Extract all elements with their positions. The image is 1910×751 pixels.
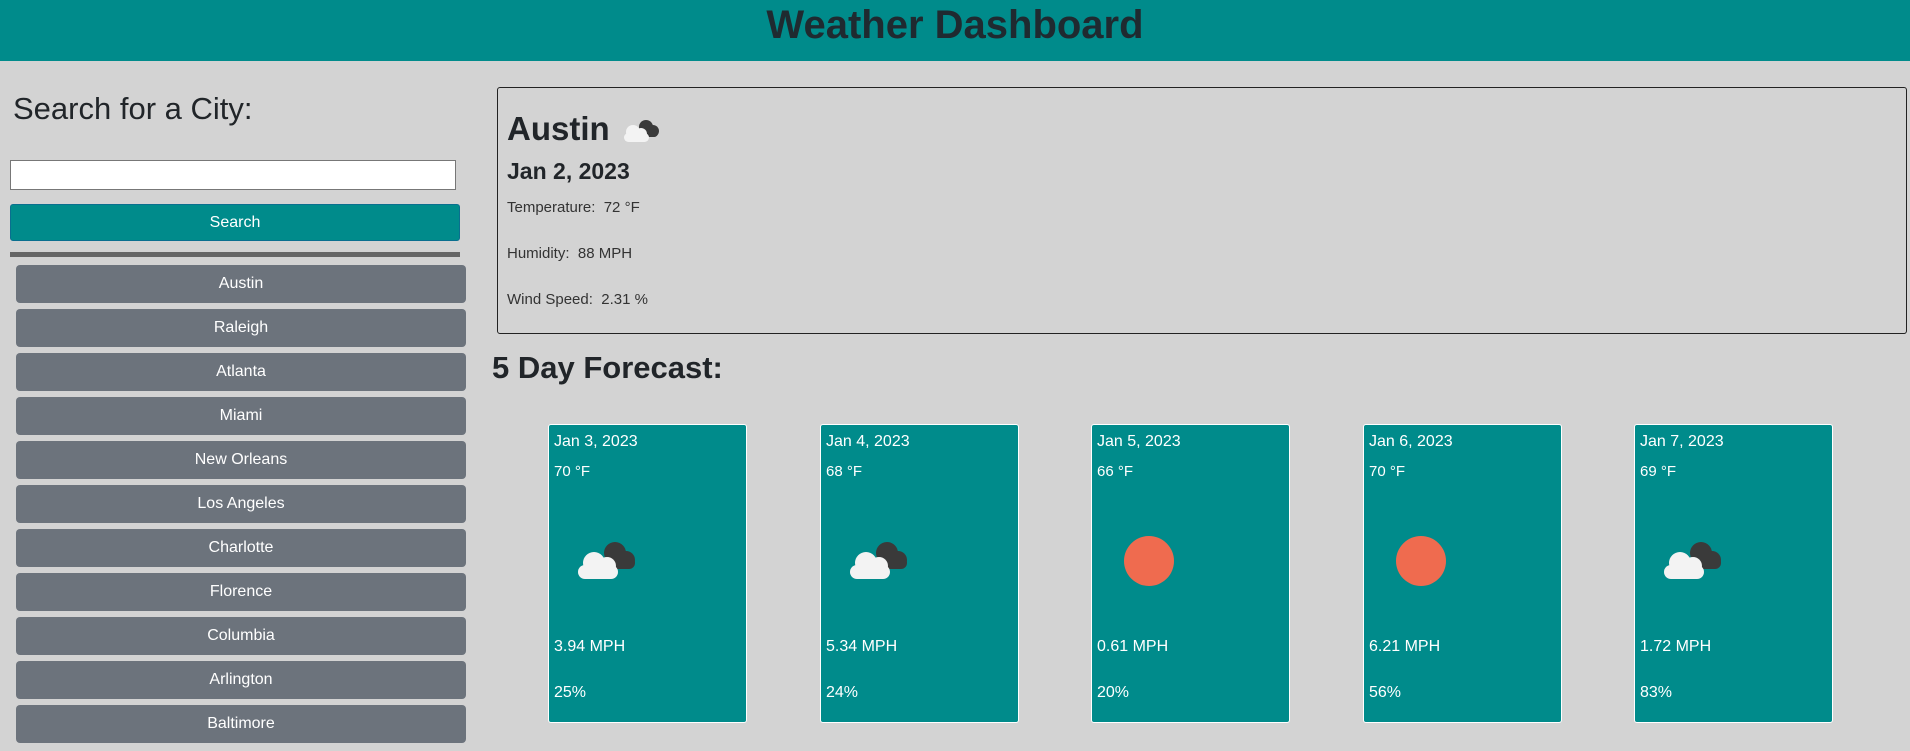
forecast-wind: 3.94 MPH	[554, 638, 626, 655]
forecast-humidity: 83%	[1640, 684, 1673, 701]
forecast-temp: 66 °F	[1097, 463, 1134, 480]
forecast-card: Jan 5, 2023 66 °F 0.61 MPH 20%	[1091, 424, 1290, 723]
humidity-row: Humidity: 88 MPH	[507, 245, 632, 262]
city-button-arlington[interactable]: Arlington	[16, 661, 466, 699]
temperature-value: 72 °F	[603, 199, 640, 216]
wind-value: 2.31 %	[601, 291, 648, 308]
partly-cloudy-icon	[624, 120, 659, 142]
forecast-card: Jan 7, 2023 69 °F 1.72 MPH 83%	[1634, 424, 1833, 723]
current-weather-panel: Austin Jan 2, 2023 Temperature: 72 °F Hu…	[497, 87, 1907, 334]
forecast-wind: 5.34 MPH	[826, 638, 898, 655]
current-city-name: Austin	[507, 110, 610, 147]
forecast-humidity: 24%	[826, 684, 859, 701]
city-button-baltimore[interactable]: Baltimore	[16, 705, 466, 743]
city-button-florence[interactable]: Florence	[16, 573, 466, 611]
city-button-columbia[interactable]: Columbia	[16, 617, 466, 655]
forecast-wind: 1.72 MPH	[1640, 638, 1712, 655]
temperature-row: Temperature: 72 °F	[507, 199, 640, 216]
humidity-label: Humidity:	[507, 245, 570, 262]
forecast-humidity: 25%	[554, 684, 587, 701]
forecast-date: Jan 3, 2023	[554, 433, 638, 450]
forecast-humidity: 20%	[1097, 684, 1130, 701]
app-header: Weather Dashboard	[0, 0, 1910, 61]
sun-icon	[1396, 536, 1446, 586]
divider	[10, 252, 460, 257]
page-title: Weather Dashboard	[766, 3, 1144, 47]
temperature-label: Temperature:	[507, 199, 596, 216]
forecast-temp: 68 °F	[826, 463, 863, 480]
city-button-atlanta[interactable]: Atlanta	[16, 353, 466, 391]
city-button-austin[interactable]: Austin	[16, 265, 466, 303]
wind-row: Wind Speed: 2.31 %	[507, 291, 648, 308]
search-heading: Search for a City:	[13, 91, 253, 126]
city-button-charlotte[interactable]: Charlotte	[16, 529, 466, 567]
forecast-date: Jan 4, 2023	[826, 433, 910, 450]
forecast-temp: 69 °F	[1640, 463, 1677, 480]
city-button-raleigh[interactable]: Raleigh	[16, 309, 466, 347]
forecast-title: 5 Day Forecast:	[492, 350, 723, 385]
wind-label: Wind Speed:	[507, 291, 593, 308]
forecast-temp: 70 °F	[1369, 463, 1406, 480]
current-date: Jan 2, 2023	[507, 158, 630, 184]
forecast-date: Jan 7, 2023	[1640, 433, 1724, 450]
sun-icon	[1124, 536, 1174, 586]
forecast-date: Jan 5, 2023	[1097, 433, 1181, 450]
forecast-card: Jan 4, 2023 68 °F 5.34 MPH 24%	[820, 424, 1019, 723]
forecast-card: Jan 6, 2023 70 °F 6.21 MPH 56%	[1363, 424, 1562, 723]
city-button-new-orleans[interactable]: New Orleans	[16, 441, 466, 479]
forecast-temp: 70 °F	[554, 463, 591, 480]
search-button[interactable]: Search	[10, 204, 460, 241]
forecast-humidity: 56%	[1369, 684, 1402, 701]
forecast-date: Jan 6, 2023	[1369, 433, 1453, 450]
search-input[interactable]	[10, 160, 456, 190]
cloud-icon	[850, 542, 907, 579]
forecast-wind: 6.21 MPH	[1369, 638, 1441, 655]
city-button-miami[interactable]: Miami	[16, 397, 466, 435]
city-button-los-angeles[interactable]: Los Angeles	[16, 485, 466, 523]
city-history-list: Austin Raleigh Atlanta Miami New Orleans…	[16, 265, 466, 749]
cloud-icon	[578, 542, 635, 579]
forecast-card: Jan 3, 2023 70 °F 3.94 MPH 25%	[548, 424, 747, 723]
cloud-icon	[1664, 542, 1721, 579]
forecast-wind: 0.61 MPH	[1097, 638, 1169, 655]
humidity-value: 88 MPH	[577, 245, 633, 262]
